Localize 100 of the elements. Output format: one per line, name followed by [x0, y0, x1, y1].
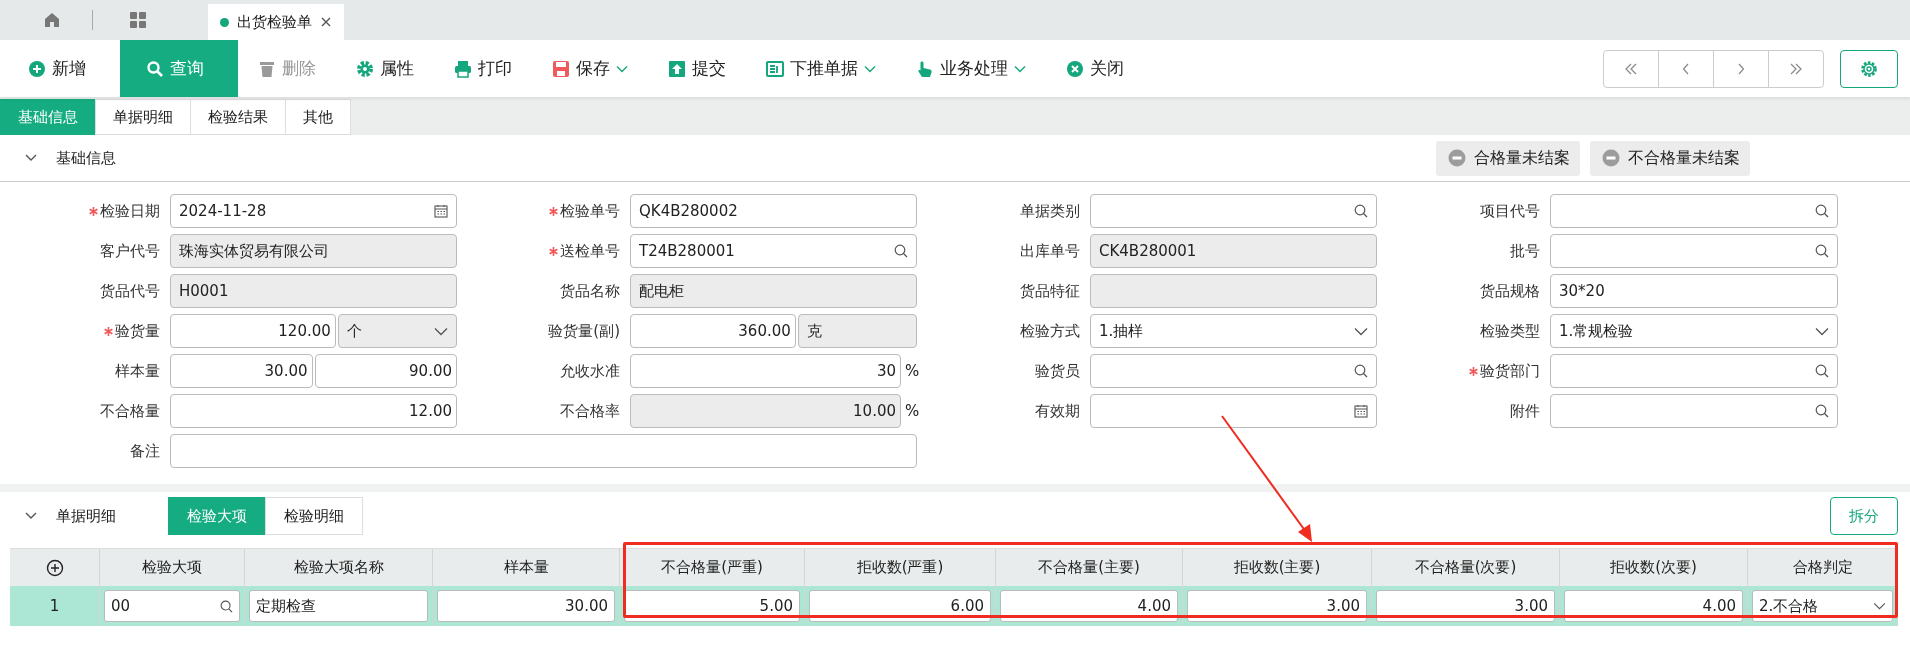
- toolbar-button[interactable]: 业务处理: [910, 40, 1046, 97]
- toolbar-button[interactable]: 提交: [662, 40, 746, 97]
- caret-icon: [1014, 64, 1026, 73]
- field-label: 不合格率: [560, 401, 620, 421]
- input-field[interactable]: 00: [104, 590, 240, 622]
- input-field[interactable]: [1550, 394, 1838, 428]
- section-tab[interactable]: 其他: [285, 99, 351, 135]
- input-field[interactable]: 3.00: [1376, 590, 1555, 622]
- status-button[interactable]: 合格量未结案: [1436, 140, 1580, 176]
- field-label: 客户代号: [100, 241, 160, 261]
- search-icon[interactable]: [1815, 204, 1829, 218]
- chevron-down-icon[interactable]: [434, 326, 448, 336]
- input-field[interactable]: 6.00: [809, 590, 991, 622]
- input-field[interactable]: 30.00: [170, 354, 313, 388]
- input-field[interactable]: 10.00: [630, 394, 901, 428]
- document-tab[interactable]: 出货检验单: [208, 4, 344, 40]
- dropdown-field[interactable]: 个: [337, 314, 457, 348]
- toolbar-button[interactable]: 打印: [448, 40, 532, 97]
- column-header: 拒收数(次要): [1560, 549, 1748, 586]
- field-label: 货品代号: [100, 281, 160, 301]
- input-field[interactable]: 克: [797, 314, 917, 348]
- date-field[interactable]: [1090, 394, 1377, 428]
- input-field[interactable]: QK4B280002: [630, 194, 917, 228]
- input-field[interactable]: 120.00: [170, 314, 336, 348]
- close-icon[interactable]: [320, 16, 332, 28]
- upload-icon: [668, 59, 686, 78]
- search-icon[interactable]: [1815, 364, 1829, 378]
- search-icon[interactable]: [894, 244, 908, 258]
- chevron-right-icon: [1737, 62, 1745, 75]
- dropdown-field[interactable]: 2.不合格: [1752, 590, 1893, 622]
- input-field[interactable]: 12.00: [170, 394, 457, 428]
- unit-label: %: [905, 362, 917, 380]
- search-icon[interactable]: [1354, 364, 1368, 378]
- field-label: 检验单号: [560, 201, 620, 221]
- section-tab[interactable]: 检验结果: [190, 99, 286, 135]
- column-header: 检验大项名称: [245, 549, 433, 586]
- search-icon[interactable]: [1354, 204, 1368, 218]
- double-chevron-left-icon: [1624, 62, 1638, 75]
- input-field[interactable]: 3.00: [1187, 590, 1367, 622]
- input-field[interactable]: 配电柜: [630, 274, 917, 308]
- column-header: 拒收数(严重): [805, 549, 996, 586]
- table-row[interactable]: 1 00 定期检查 30.00 5.00 6.00 4.00 3.00 3.00 4.00 2.不合格: [10, 586, 1898, 626]
- field-label: 送检单号: [560, 241, 620, 261]
- field-label: 不合格量: [100, 401, 160, 421]
- input-field[interactable]: [1090, 194, 1377, 228]
- chevron-down-icon[interactable]: [1815, 326, 1829, 336]
- toolbar-button[interactable]: 保存: [546, 40, 648, 97]
- search-icon[interactable]: [220, 599, 233, 613]
- input-field[interactable]: [170, 434, 917, 468]
- calendar-icon[interactable]: [434, 204, 448, 218]
- field-label: 验货员: [1035, 361, 1080, 381]
- input-field[interactable]: 4.00: [1000, 590, 1178, 622]
- input-field[interactable]: 30: [630, 354, 901, 388]
- required-icon: [1469, 366, 1478, 376]
- input-field[interactable]: 30*20: [1550, 274, 1838, 308]
- field-label: 验货量: [115, 321, 160, 341]
- dropdown-field[interactable]: 1.常规检验: [1550, 314, 1838, 348]
- status-button[interactable]: 不合格量未结案: [1590, 140, 1750, 176]
- input-field[interactable]: [1090, 354, 1377, 388]
- input-field[interactable]: 360.00: [630, 314, 796, 348]
- chevron-down-icon[interactable]: [24, 511, 38, 521]
- trash-icon: [258, 59, 276, 78]
- input-field[interactable]: 珠海实体贸易有限公司: [170, 234, 457, 268]
- status-dot-icon: [220, 17, 229, 27]
- search-icon[interactable]: [1815, 404, 1829, 418]
- column-header: 不合格量(次要): [1372, 549, 1560, 586]
- input-field[interactable]: 5.00: [624, 590, 800, 622]
- input-field[interactable]: 30.00: [437, 590, 615, 622]
- input-field[interactable]: [1550, 234, 1838, 268]
- input-field[interactable]: 定期检查: [249, 590, 428, 622]
- search-icon[interactable]: [1815, 244, 1829, 258]
- column-header: 检验大项: [100, 549, 245, 586]
- required-icon: [549, 206, 558, 216]
- detail-tab[interactable]: 检验明细: [265, 497, 363, 535]
- toolbar-button[interactable]: 下推单据: [760, 40, 896, 97]
- input-field[interactable]: T24B280001: [630, 234, 917, 268]
- field-label: 允收水准: [560, 361, 620, 381]
- settings-button[interactable]: [1840, 49, 1898, 88]
- input-field[interactable]: H0001: [170, 274, 457, 308]
- input-field[interactable]: [1090, 274, 1377, 308]
- dropdown-field[interactable]: 1.抽样: [1090, 314, 1377, 348]
- input-field[interactable]: 4.00: [1564, 590, 1743, 622]
- section-tab[interactable]: 单据明细: [95, 99, 191, 135]
- input-field[interactable]: CK4B280001: [1090, 234, 1377, 268]
- close-circle-icon: [1066, 59, 1084, 78]
- calendar-icon[interactable]: [1354, 404, 1368, 418]
- field-label: 批号: [1510, 241, 1540, 261]
- date-field[interactable]: 2024-11-28: [170, 194, 457, 228]
- double-chevron-right-icon: [1789, 62, 1803, 75]
- toolbar-button[interactable]: 属性: [350, 40, 434, 97]
- chevron-down-icon[interactable]: [1873, 602, 1886, 610]
- add-row-icon[interactable]: [45, 558, 64, 577]
- toolbar-button[interactable]: 新增: [22, 40, 106, 97]
- chevron-down-icon[interactable]: [24, 153, 38, 163]
- input-field[interactable]: 90.00: [314, 354, 457, 388]
- chevron-down-icon[interactable]: [1354, 326, 1368, 336]
- required-icon: [549, 246, 558, 256]
- input-field[interactable]: [1550, 354, 1838, 388]
- toolbar-button[interactable]: 关闭: [1060, 40, 1144, 97]
- input-field[interactable]: [1550, 194, 1838, 228]
